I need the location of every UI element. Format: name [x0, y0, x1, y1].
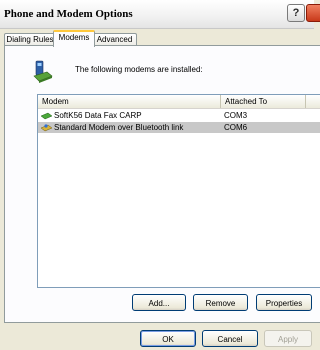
- title-bar: Phone and Modem Options ?: [0, 0, 320, 29]
- column-header-attached-to[interactable]: Attached To: [221, 95, 306, 108]
- cancel-button[interactable]: Cancel: [202, 330, 258, 347]
- tab-modems[interactable]: Modems: [53, 30, 95, 47]
- installed-modems-caption: The following modems are installed:: [75, 65, 203, 74]
- ok-button[interactable]: OK: [140, 330, 196, 347]
- remove-button[interactable]: Remove: [193, 294, 248, 311]
- table-row[interactable]: Standard Modem over Bluetooth link COM6: [38, 122, 320, 133]
- table-row[interactable]: SoftK56 Data Fax CARP COM3: [38, 110, 320, 121]
- list-header: Modem Attached To: [38, 95, 320, 109]
- modem-name: Standard Modem over Bluetooth link: [54, 123, 184, 132]
- close-button[interactable]: [306, 4, 320, 22]
- modem-port: COM3: [224, 111, 248, 120]
- modems-list[interactable]: Modem Attached To SoftK56 Data Fax CARP …: [37, 94, 320, 288]
- column-header-modem[interactable]: Modem: [38, 95, 221, 108]
- modem-row-icon: [41, 112, 52, 120]
- properties-button[interactable]: Properties: [256, 294, 312, 311]
- modem-port: COM6: [224, 123, 248, 132]
- modem-icon: [33, 60, 53, 83]
- bluetooth-modem-icon: [41, 124, 52, 132]
- apply-button[interactable]: Apply: [264, 330, 312, 347]
- window-title: Phone and Modem Options: [4, 8, 133, 20]
- add-button[interactable]: Add...: [132, 294, 186, 311]
- modem-name: SoftK56 Data Fax CARP: [54, 111, 142, 120]
- help-button[interactable]: ?: [287, 4, 305, 22]
